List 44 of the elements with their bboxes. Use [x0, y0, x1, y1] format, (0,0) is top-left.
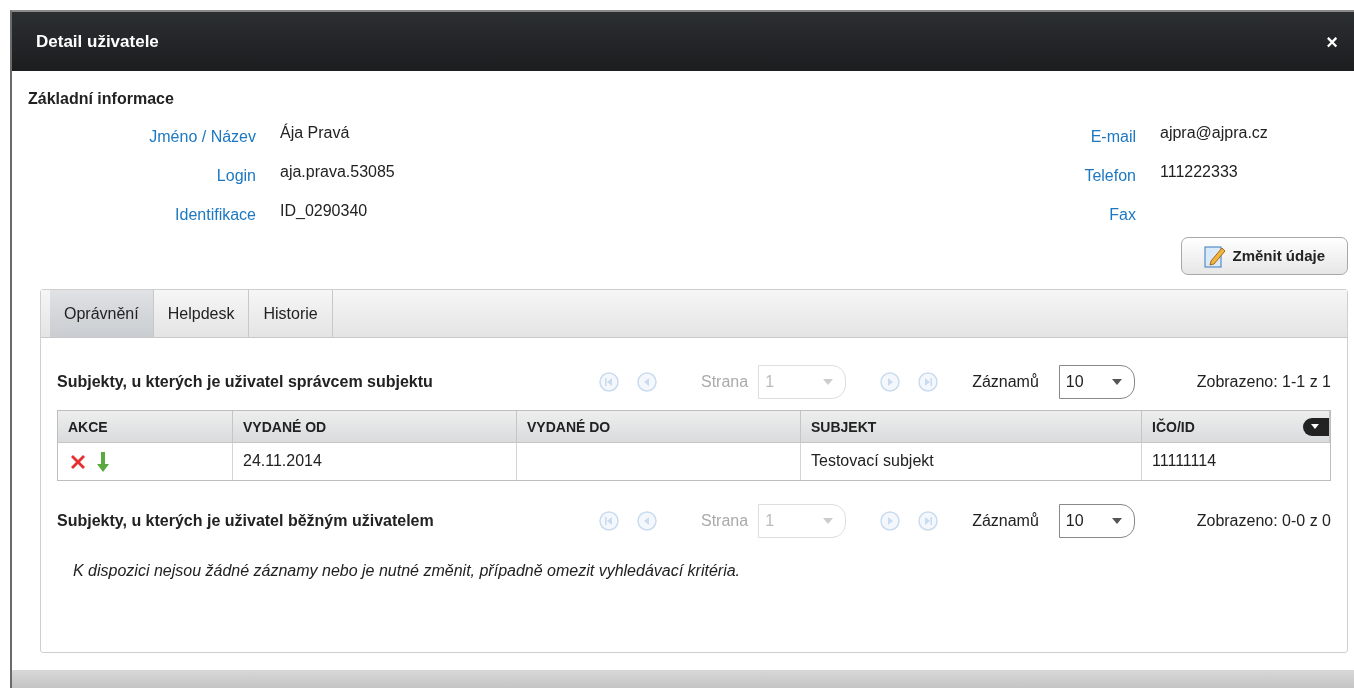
field-value: ID_0290340 [280, 201, 369, 221]
records-label: Záznamů [972, 511, 1039, 531]
tab[interactable]: Oprávnění [50, 290, 154, 337]
section-title: Základní informace [28, 89, 175, 109]
table-cell: 11111114 [1152, 452, 1217, 469]
field-value: ajpra@ajpra.cz [1160, 123, 1269, 143]
field-value: Ája Pravá [280, 122, 351, 143]
record-summary: Zobrazeno: 1-1 z 1 [1196, 372, 1331, 392]
table-cell: Testovací subjekt [811, 452, 934, 469]
close-button[interactable]: × [1322, 31, 1342, 52]
tab[interactable]: Helpdesk [153, 290, 250, 337]
caret-icon [1111, 518, 1122, 524]
column-header[interactable]: VYDANÉ OD [243, 419, 327, 435]
record-summary: Zobrazeno: 0-0 z 0 [1196, 511, 1331, 531]
column-header[interactable]: IČO/ID [1152, 419, 1195, 435]
table-cell: 24.11.2014 [243, 452, 322, 469]
window-title: Detail uživatele [36, 30, 159, 53]
field-label: Telefon [1083, 166, 1136, 186]
tab[interactable]: Historie [249, 290, 333, 337]
edit-button[interactable]: Změnit údaje [1181, 237, 1348, 275]
field-label: E-mail [1089, 127, 1136, 147]
column-header[interactable]: AKCE [68, 419, 108, 435]
empty-message: K dispozici nejsou žádné záznamy nebo je nutné změnit, případně omezit vyhledávací kritéria. [73, 561, 742, 581]
column-header[interactable]: SUBJEKT [811, 419, 877, 435]
page-label: Strana [701, 511, 749, 531]
section-title: Subjekty, u kterých je uživatel běžným uživatelem [57, 511, 435, 531]
field-value: 111222333 [1160, 162, 1239, 182]
field-label: Identifikace [174, 205, 256, 225]
records-select[interactable]: 10 [1058, 365, 1135, 399]
caret-icon [1111, 379, 1122, 385]
field-value: aja.prava.53085 [280, 162, 396, 182]
field-label: Login [215, 166, 256, 186]
records-select[interactable]: 10 [1058, 504, 1135, 538]
pencil-icon [1204, 244, 1227, 268]
column-menu-icon[interactable] [1303, 418, 1329, 436]
down-arrow-icon[interactable] [96, 450, 110, 473]
records-label: Záznamů [972, 372, 1039, 392]
field-label: Jméno / Název [148, 127, 256, 147]
page-label: Strana [701, 372, 749, 392]
column-header[interactable]: VYDANÉ DO [527, 419, 611, 435]
caret-icon [823, 379, 834, 385]
caret-icon [823, 518, 834, 524]
section-title: Subjekty, u kterých je uživatel správcem subjektu [57, 372, 434, 392]
field-label: Fax [1108, 205, 1136, 225]
